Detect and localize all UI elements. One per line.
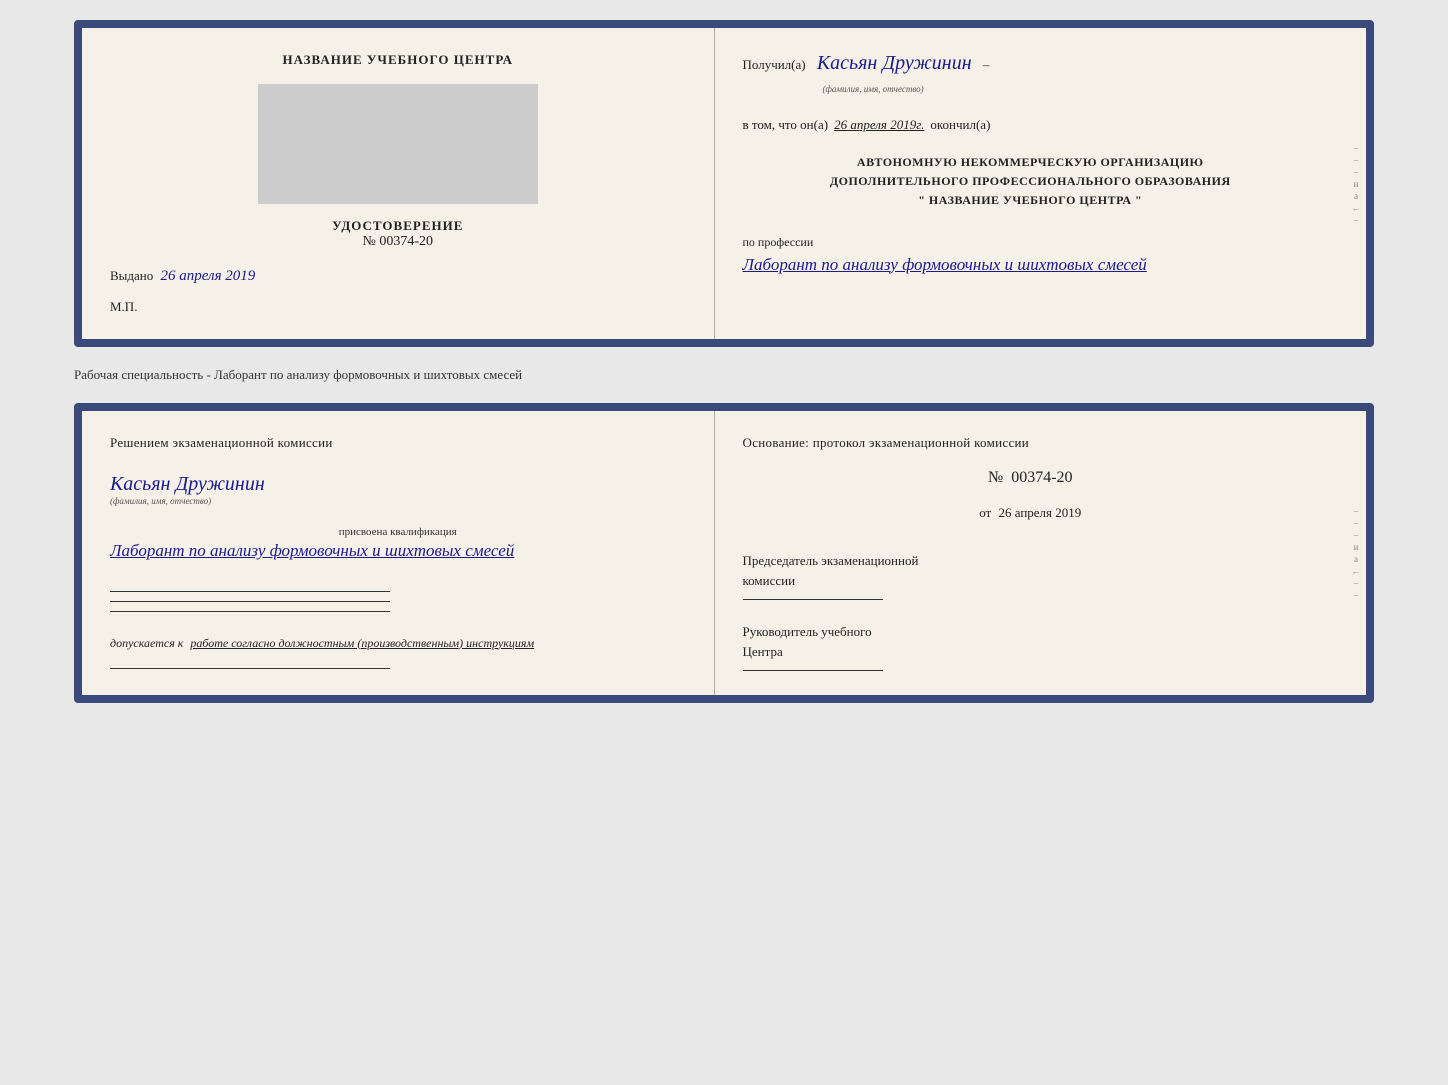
dopusk-text: работе согласно должностным (производств… — [190, 636, 534, 650]
bottom-document: Решением экзаменационной комиссии Касьян… — [74, 403, 1374, 703]
poluchil-label: Получил(а) — [743, 57, 806, 72]
predsedatel-line1: Председатель экзаменационной — [743, 551, 1319, 571]
edge-char-2: – — [1354, 155, 1359, 165]
vydano-line: Выдано 26 апреля 2019 — [110, 268, 255, 285]
fio-label-top: (фамилия, имя, отчество) — [823, 84, 924, 94]
sig-line-2 — [110, 600, 390, 602]
protocol-number: № 00374-20 — [743, 469, 1319, 487]
okonchil-label: окончил(а) — [930, 117, 990, 133]
org-line3: " НАЗВАНИЕ УЧЕБНОГО ЦЕНТРА " — [743, 191, 1319, 210]
top-center-title: НАЗВАНИЕ УЧЕБНОГО ЦЕНТРА — [282, 52, 513, 68]
vtom-line: в том, что он(а) 26 апреля 2019г. окончи… — [743, 117, 1319, 133]
b-edge-char-а: а — [1354, 554, 1358, 564]
edge-char-а: а — [1354, 191, 1358, 201]
bottom-fio-label: (фамилия, имя, отчество) — [110, 496, 686, 506]
bottom-right-panel: Основание: протокол экзаменационной коми… — [715, 411, 1347, 695]
recipient-name: Касьян Дружинин — [817, 52, 972, 74]
vtom-prefix: в том, что он(а) — [743, 117, 829, 133]
rukovoditel-block: Руководитель учебного Центра — [743, 622, 1319, 671]
rukovoditel-line2: Центра — [743, 642, 1319, 662]
org-block: АВТОНОМНУЮ НЕКОММЕРЧЕСКУЮ ОРГАНИЗАЦИЮ ДО… — [743, 153, 1319, 211]
cert-image-placeholder — [258, 84, 538, 204]
osnovanie-title: Основание: протокол экзаменационной коми… — [743, 435, 1319, 451]
b-edge-char-1: – — [1354, 506, 1359, 516]
sig-line-3 — [110, 610, 390, 612]
right-edge-sidebar: – – – и а ← – — [1346, 28, 1366, 339]
top-document: НАЗВАНИЕ УЧЕБНОГО ЦЕНТРА УДОСТОВЕРЕНИЕ №… — [74, 20, 1374, 347]
resheniem-text: Решением экзаменационной комиссии — [110, 435, 686, 451]
b-edge-char-3: – — [1354, 530, 1359, 540]
vydano-date: 26 апреля 2019 — [161, 268, 256, 284]
top-left-panel: НАЗВАНИЕ УЧЕБНОГО ЦЕНТРА УДОСТОВЕРЕНИЕ №… — [82, 28, 715, 339]
rukovoditel-sign-line — [743, 669, 883, 671]
udostoverenie-block: УДОСТОВЕРЕНИЕ № 00374-20 — [332, 218, 463, 250]
b-edge-char-4: – — [1354, 578, 1359, 588]
mp-line: М.П. — [110, 299, 137, 315]
edge-char-1: – — [1354, 143, 1359, 153]
qualification-handwritten: Лаборант по анализу формовочных и шихтов… — [110, 538, 686, 564]
udostoverenie-title: УДОСТОВЕРЕНИЕ — [332, 218, 463, 234]
top-right-panel: Получил(а) Касьян Дружинин – (фамилия, и… — [715, 28, 1347, 339]
sig-line-dopusk — [110, 667, 390, 669]
number-prefix: № — [988, 469, 1003, 486]
dopuskaetsya-label: допускается к — [110, 636, 183, 650]
poluchil-line: Получил(а) Касьян Дружинин – — [743, 52, 1319, 75]
vydano-label: Выдано — [110, 268, 153, 283]
bottom-left-panel: Решением экзаменационной комиссии Касьян… — [82, 411, 715, 695]
ot-prefix: от — [979, 505, 991, 520]
rukovoditel-line1: Руководитель учебного — [743, 622, 1319, 642]
bottom-right-edge-sidebar: – – – и а ← – – — [1346, 411, 1366, 695]
b-edge-char-и: и — [1354, 542, 1359, 552]
edge-char-arr: ← — [1352, 203, 1361, 213]
prisvoena-label: присвоена квалификация — [110, 526, 686, 538]
udostoverenie-number: № 00374-20 — [332, 234, 463, 250]
bottom-name-handwritten: Касьян Дружинин — [110, 473, 686, 496]
profession-handwritten: Лаборант по анализу формовочных и шихтов… — [743, 252, 1319, 278]
dopuskaetsya-block: допускается к работе согласно должностны… — [110, 636, 686, 651]
edge-char-и: и — [1354, 179, 1359, 189]
predsedatel-block: Председатель экзаменационной комиссии — [743, 551, 1319, 600]
sig-line-1 — [110, 590, 390, 592]
po-professii-label: по профессии — [743, 235, 1319, 250]
protocol-num-value: 00374-20 — [1011, 469, 1072, 486]
vtom-date: 26 апреля 2019г. — [834, 117, 924, 133]
edge-char-3: – — [1354, 167, 1359, 177]
edge-char-4: – — [1354, 215, 1359, 225]
b-edge-char-5: – — [1354, 590, 1359, 600]
ot-date: 26 апреля 2019 — [998, 505, 1081, 520]
b-edge-char-arr: ← — [1352, 566, 1361, 576]
org-line2: ДОПОЛНИТЕЛЬНОГО ПРОФЕССИОНАЛЬНОГО ОБРАЗО… — [743, 172, 1319, 191]
separator-text: Рабочая специальность - Лаборант по анал… — [74, 363, 1374, 387]
predsedatel-line2: комиссии — [743, 571, 1319, 591]
b-edge-char-2: – — [1354, 518, 1359, 528]
ot-line: от 26 апреля 2019 — [743, 505, 1319, 521]
org-line1: АВТОНОМНУЮ НЕКОММЕРЧЕСКУЮ ОРГАНИЗАЦИЮ — [743, 153, 1319, 172]
predsedatel-sign-line — [743, 598, 883, 600]
